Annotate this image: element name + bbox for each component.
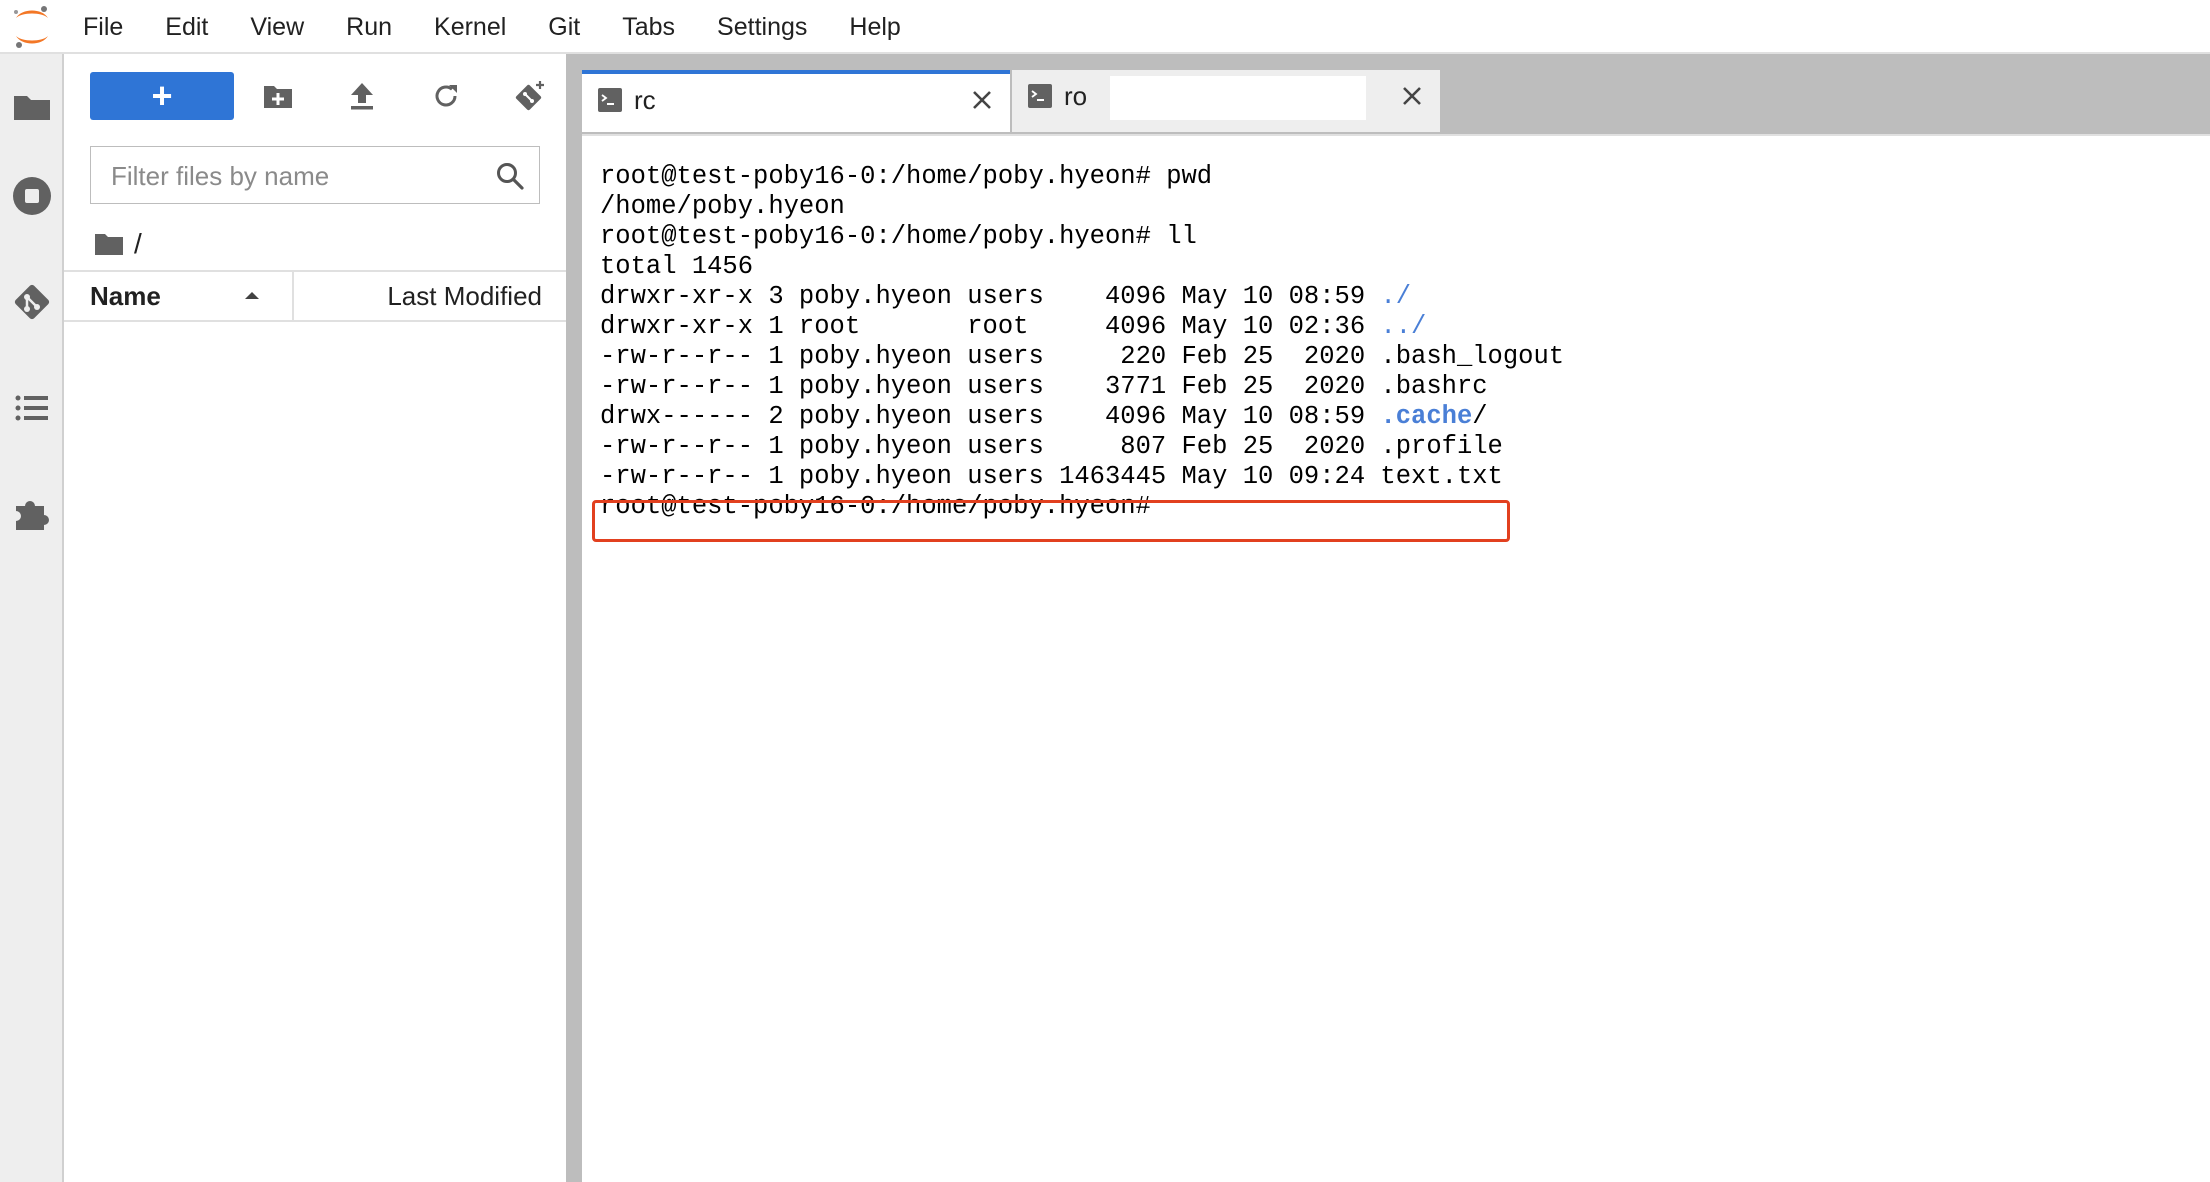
filter-files-input[interactable] <box>109 157 483 195</box>
file-browser-toolbar: + <box>64 54 566 136</box>
terminal-line: root@test-poby16-0:/home/poby.hyeon# ll <box>600 222 1197 251</box>
breadcrumb-root[interactable]: / <box>134 228 142 260</box>
file-list-header: Name Last Modified <box>64 270 566 322</box>
menu-git[interactable]: Git <box>527 0 601 54</box>
new-launcher-button[interactable]: + <box>90 72 234 120</box>
terminal-line: root@test-poby16-0:/home/poby.hyeon# pwd <box>600 162 1213 191</box>
upload-icon <box>351 83 373 110</box>
terminal-dir-name: .cache <box>1380 402 1473 431</box>
terminal-line-text: drwxr-xr-x 3 poby.hyeon users 4096 May 1… <box>600 282 1381 311</box>
terminal-output: root@test-poby16-0:/home/poby.hyeon# pwd… <box>600 162 1564 522</box>
column-divider[interactable] <box>292 272 294 320</box>
activity-bar <box>0 54 64 1182</box>
running-icon[interactable] <box>10 174 54 218</box>
sort-ascending-icon[interactable] <box>240 284 264 308</box>
menu-run[interactable]: Run <box>325 0 413 54</box>
terminal-panel[interactable]: root@test-poby16-0:/home/poby.hyeon# pwd… <box>582 134 2210 1182</box>
plus-icon: + <box>151 75 173 116</box>
tab-label: ro <box>1064 81 1088 111</box>
terminal-line-text: drwxr-xr-x 1 root root 4096 May 10 02:36 <box>600 312 1381 341</box>
new-folder-icon <box>264 86 292 108</box>
column-header-name[interactable]: Name <box>90 272 161 320</box>
terminal-line-highlighted: -rw-r--r-- 1 poby.hyeon users 1463445 Ma… <box>600 462 1503 491</box>
terminal-icon <box>1028 84 1052 108</box>
upload-button[interactable] <box>342 76 382 116</box>
terminal-dir-slash: / <box>1472 402 1488 431</box>
terminal-icon <box>598 88 622 112</box>
jupyter-logo-icon[interactable] <box>10 4 54 50</box>
main-dock-area: rc ro root@test-poby16-0:/home/poby.hyeo… <box>582 54 2210 1182</box>
refresh-button[interactable] <box>426 76 466 116</box>
breadcrumb: / <box>94 224 142 264</box>
menu-settings[interactable]: Settings <box>696 0 828 54</box>
menu-file[interactable]: File <box>62 0 144 54</box>
terminal-line: -rw-r--r-- 1 poby.hyeon users 3771 Feb 2… <box>600 372 1488 401</box>
tab-terminal-2[interactable]: ro <box>1012 70 1440 132</box>
terminal-line-text: drwx------ 2 poby.hyeon users 4096 May 1… <box>600 402 1381 431</box>
table-of-contents-icon[interactable] <box>10 386 54 430</box>
file-browser-panel: + Filter files by name / Name Last Modif… <box>64 54 566 1182</box>
terminal-dir-name: ../ <box>1380 312 1427 341</box>
menu-tabs[interactable]: Tabs <box>601 0 696 54</box>
terminal-line: drwx------ 2 poby.hyeon users 4096 May 1… <box>600 402 1564 432</box>
git-clone-icon <box>515 81 544 111</box>
menu-kernel[interactable]: Kernel <box>413 0 527 54</box>
column-header-last-modified[interactable]: Last Modified <box>387 272 542 320</box>
git-icon[interactable] <box>10 280 54 324</box>
tab-title-overlay <box>1110 76 1366 120</box>
new-folder-button[interactable] <box>258 76 298 116</box>
menu-edit[interactable]: Edit <box>144 0 229 54</box>
refresh-icon <box>435 85 457 107</box>
folder-icon[interactable] <box>10 84 54 128</box>
terminal-line: drwxr-xr-x 1 root root 4096 May 10 02:36… <box>600 312 1564 342</box>
close-icon[interactable] <box>968 86 996 114</box>
terminal-line: drwxr-xr-x 3 poby.hyeon users 4096 May 1… <box>600 282 1564 312</box>
filter-files-box <box>90 146 540 204</box>
git-clone-button[interactable] <box>510 76 550 116</box>
tab-bar: rc ro <box>582 54 2210 134</box>
terminal-dir-name: ./ <box>1380 282 1412 311</box>
tab-terminal-1[interactable]: rc <box>582 70 1010 132</box>
terminal-line: /home/poby.hyeon <box>600 192 845 221</box>
tab-label: rc <box>634 85 656 115</box>
search-icon[interactable] <box>495 161 525 191</box>
terminal-line: -rw-r--r-- 1 poby.hyeon users 220 Feb 25… <box>600 342 1565 371</box>
close-icon[interactable] <box>1398 82 1426 110</box>
menu-bar: File Edit View Run Kernel Git Tabs Setti… <box>0 0 2210 54</box>
menu-help[interactable]: Help <box>828 0 921 54</box>
menu-items: File Edit View Run Kernel Git Tabs Setti… <box>62 0 922 54</box>
terminal-line: total 1456 <box>600 252 754 281</box>
extension-puzzle-icon[interactable] <box>10 492 54 536</box>
panel-splitter[interactable] <box>566 54 582 1182</box>
folder-icon[interactable] <box>94 231 124 257</box>
highlight-annotation-box <box>592 500 1510 542</box>
menu-view[interactable]: View <box>229 0 325 54</box>
terminal-line: -rw-r--r-- 1 poby.hyeon users 807 Feb 25… <box>600 432 1503 461</box>
